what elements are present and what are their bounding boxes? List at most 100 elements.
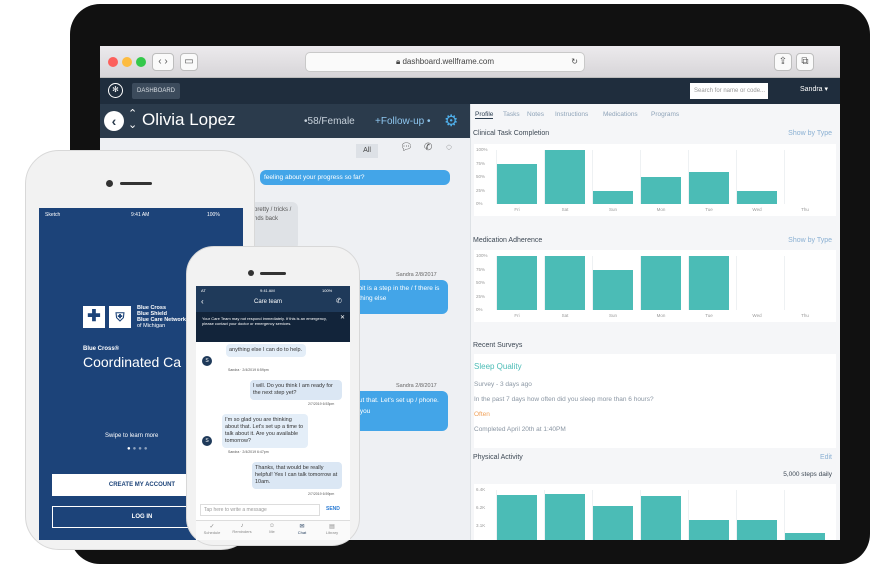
- message-incoming: I'm so glad you are thinking about that.…: [222, 414, 308, 448]
- message-meta: Sandra 2/8/2017: [396, 272, 437, 278]
- chart-column: [784, 256, 826, 310]
- survey-name: Sleep Quality: [474, 362, 522, 371]
- chart-bar[interactable]: [593, 269, 633, 310]
- y-tick-label: 3.1K: [476, 523, 486, 528]
- back-arrow-icon[interactable]: ‹: [201, 297, 204, 306]
- minimize-window-button[interactable]: [122, 57, 132, 67]
- phone-icon[interactable]: ✆: [336, 297, 342, 305]
- library-icon: ▤: [329, 524, 335, 530]
- y-tick-label: 75%: [476, 266, 486, 272]
- nav-library[interactable]: ▤ Library: [318, 523, 346, 535]
- reload-icon[interactable]: ↻: [571, 53, 578, 71]
- close-window-button[interactable]: [108, 57, 118, 67]
- message-meta: 2/7/2019 6:59pm: [308, 492, 335, 496]
- y-tick-label: 0%: [476, 307, 483, 312]
- chart-bar[interactable]: [593, 506, 633, 540]
- chat-bubble-icon[interactable]: 💬︎: [400, 142, 413, 153]
- nav-chat[interactable]: ✉ Chat: [288, 523, 316, 535]
- chart-bar[interactable]: [545, 256, 585, 310]
- status-battery: 100%: [207, 212, 220, 218]
- chart-bar[interactable]: [497, 256, 537, 310]
- chart-bar[interactable]: [497, 495, 537, 540]
- dashboard-tab[interactable]: DASHBOARD: [132, 83, 181, 99]
- survey-question: In the past 7 days how often did you sle…: [474, 396, 654, 403]
- survey-card[interactable]: Sleep Quality Survey - 3 days ago In the…: [474, 354, 836, 448]
- url-text: dashboard.wellframe.com: [402, 57, 495, 66]
- chat-message-incoming: pretty / tricks / nds back: [250, 202, 298, 250]
- y-tick-label: 50%: [476, 280, 486, 285]
- page-dots[interactable]: ●●●●: [127, 446, 150, 452]
- chart-bar[interactable]: [593, 190, 633, 204]
- blue-cross-logo-icon: ✚: [83, 306, 105, 328]
- message-meta: Sandra · 2/4/2019 6:47pm: [228, 450, 269, 454]
- product-title: Coordinated Ca: [83, 354, 182, 370]
- tab-profile[interactable]: Profile: [475, 111, 494, 119]
- tabs-icon[interactable]: ⧉: [796, 53, 814, 71]
- chart-bar[interactable]: [689, 519, 729, 540]
- message-meta: 2/7/2019 6:53pm: [308, 402, 335, 406]
- nav-me[interactable]: ☺ Me: [258, 523, 286, 534]
- follow-up-button[interactable]: +Follow-up •: [375, 116, 430, 127]
- tab-instructions[interactable]: Instructions: [555, 111, 588, 118]
- message-outgoing: I will. Do you think I am ready for the …: [250, 380, 342, 400]
- chart-bar[interactable]: [737, 190, 777, 204]
- x-tick-label: Thu: [801, 207, 809, 212]
- chart-bar[interactable]: [545, 150, 585, 204]
- share-icon[interactable]: ⇪: [774, 53, 792, 71]
- maximize-window-button[interactable]: [136, 57, 146, 67]
- phone-icon[interactable]: ✆: [424, 142, 432, 153]
- speaker-grille: [260, 272, 286, 275]
- bottom-nav: ✓ Schedule ♪ Reminders ☺ Me ✉ Chat ▤ Library: [196, 520, 350, 540]
- address-bar[interactable]: 🔒︎ dashboard.wellframe.com ↻: [305, 52, 585, 72]
- patient-name: Olivia Lopez: [142, 110, 236, 129]
- medication-adherence-chart: 100% 75% 50% 25% 0% Fri Sat Sun Mon Tue Wed Thu: [474, 250, 836, 322]
- tab-tasks[interactable]: Tasks: [503, 111, 520, 118]
- y-tick-label: 6.2K: [476, 505, 486, 510]
- x-tick-label: Wed: [752, 313, 762, 318]
- chart-bar[interactable]: [641, 177, 681, 204]
- chart-bar[interactable]: [497, 163, 537, 204]
- tab-notes[interactable]: Notes: [527, 111, 544, 118]
- activity-goal: 5,000 steps daily: [783, 471, 832, 478]
- y-tick-label: 0%: [476, 201, 483, 206]
- section-title: Medication Adherence: [473, 237, 543, 244]
- x-tick-label: Thu: [801, 313, 809, 318]
- product-small-title: Blue Cross®: [83, 346, 120, 352]
- nav-reminders[interactable]: ♪ Reminders: [228, 523, 256, 534]
- patient-header: ‹ ⌃ ⌄ Olivia Lopez •58/Female +Follow-up …: [100, 104, 470, 138]
- close-icon[interactable]: ✕: [340, 315, 345, 321]
- chart-bar[interactable]: [641, 256, 681, 310]
- chart-bar[interactable]: [545, 494, 585, 540]
- edit-link[interactable]: Edit: [820, 454, 832, 461]
- swipe-hint: Swipe to learn more: [105, 433, 159, 439]
- filter-all-button[interactable]: All: [356, 144, 378, 158]
- sort-arrows-icon[interactable]: ⌃ ⌄: [128, 109, 137, 131]
- chart-bar[interactable]: [689, 171, 729, 204]
- chart-bar[interactable]: [737, 519, 777, 540]
- search-input[interactable]: Search for name or code...: [690, 83, 768, 99]
- blue-shield-logo-icon: ⛨: [109, 306, 131, 328]
- chart-bar[interactable]: [689, 256, 729, 310]
- show-by-type-link[interactable]: Show by Type: [788, 130, 832, 137]
- comment-icon[interactable]: ◌: [446, 142, 452, 153]
- gear-icon[interactable]: ⚙: [444, 111, 458, 131]
- chart-bar[interactable]: [785, 533, 825, 540]
- user-menu[interactable]: Sandra ▾: [800, 85, 828, 93]
- nav-schedule[interactable]: ✓ Schedule: [198, 523, 226, 535]
- app-header: ✻ DASHBOARD Search for name or code... S…: [100, 78, 840, 104]
- back-forward-button[interactable]: ‹ ›: [152, 53, 174, 71]
- chat-icon: ✉: [299, 524, 305, 530]
- message-input[interactable]: Tap here to write a message: [200, 504, 320, 516]
- tab-programs[interactable]: Programs: [651, 111, 679, 118]
- x-tick-label: Sat: [561, 313, 569, 318]
- send-button[interactable]: SEND: [326, 506, 340, 512]
- sidebar-toggle-icon[interactable]: ▭: [180, 53, 198, 71]
- tab-medications[interactable]: Medications: [603, 111, 638, 118]
- clinical-task-chart: 100% 75% 50% 25% 0% Fri Sat Sun Mon Tue Wed Thu: [474, 144, 836, 216]
- notice-banner: Your Care Team may not respond immediate…: [196, 312, 350, 342]
- y-tick-label: 25%: [476, 293, 486, 299]
- chat-header: AT 9:41 AM 100% ‹ Care team ✆: [196, 286, 350, 312]
- show-by-type-link[interactable]: Show by Type: [788, 237, 832, 244]
- back-arrow-icon[interactable]: ‹: [104, 111, 124, 131]
- chart-bar[interactable]: [641, 496, 681, 540]
